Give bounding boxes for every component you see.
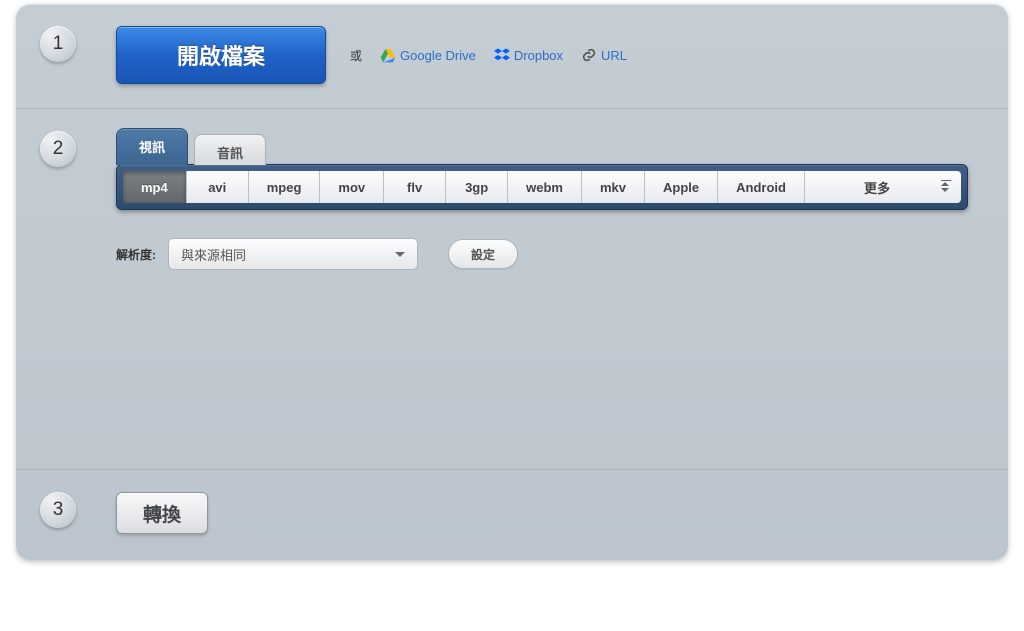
format-more-label: 更多 (864, 178, 890, 197)
resolution-value: 與來源相同 (181, 245, 246, 264)
tab-video[interactable]: 視訊 (116, 128, 188, 165)
dropbox-icon (494, 47, 510, 63)
format-bar: mp4 avi mpeg mov flv 3gp webm mkv Apple … (116, 164, 968, 210)
format-mp4[interactable]: mp4 (123, 171, 187, 203)
step-badge-3: 3 (40, 492, 76, 528)
dropbox-label: Dropbox (514, 48, 563, 63)
more-caret-icon (941, 182, 949, 192)
resolution-select[interactable]: 與來源相同 (168, 238, 418, 270)
google-drive-label: Google Drive (400, 48, 476, 63)
google-drive-icon (380, 47, 396, 63)
step-3: 3 轉換 (16, 470, 1008, 560)
format-3gp[interactable]: 3gp (446, 171, 508, 203)
source-url[interactable]: URL (581, 47, 627, 63)
format-more[interactable]: 更多 (805, 171, 961, 203)
format-mpeg[interactable]: mpeg (249, 171, 321, 203)
step-badge-1: 1 (40, 26, 76, 62)
url-label: URL (601, 48, 627, 63)
format-webm[interactable]: webm (508, 171, 582, 203)
format-mov[interactable]: mov (320, 171, 384, 203)
open-file-button[interactable]: 開啟檔案 (116, 26, 326, 84)
format-mkv[interactable]: mkv (582, 171, 645, 203)
media-tabs: 視訊 音訊 (116, 129, 968, 165)
source-google-drive[interactable]: Google Drive (380, 47, 476, 63)
format-flv[interactable]: flv (384, 171, 446, 203)
format-avi[interactable]: avi (187, 171, 249, 203)
link-icon (581, 47, 597, 63)
step-1: 1 開啟檔案 或 Google Drive Dropbox URL (16, 4, 1008, 108)
source-dropbox[interactable]: Dropbox (494, 47, 563, 63)
format-android[interactable]: Android (718, 171, 805, 203)
settings-button[interactable]: 設定 (448, 239, 518, 269)
chevron-down-icon (395, 252, 405, 257)
tab-audio[interactable]: 音訊 (194, 134, 266, 165)
or-label: 或 (350, 47, 362, 64)
step-2: 2 視訊 音訊 mp4 avi mpeg mov flv 3gp webm mk… (16, 109, 1008, 469)
step-badge-2: 2 (40, 131, 76, 167)
convert-button[interactable]: 轉換 (116, 492, 208, 534)
resolution-label: 解析度: (116, 246, 156, 263)
converter-panel: 1 開啟檔案 或 Google Drive Dropbox URL (16, 4, 1008, 560)
format-apple[interactable]: Apple (645, 171, 718, 203)
